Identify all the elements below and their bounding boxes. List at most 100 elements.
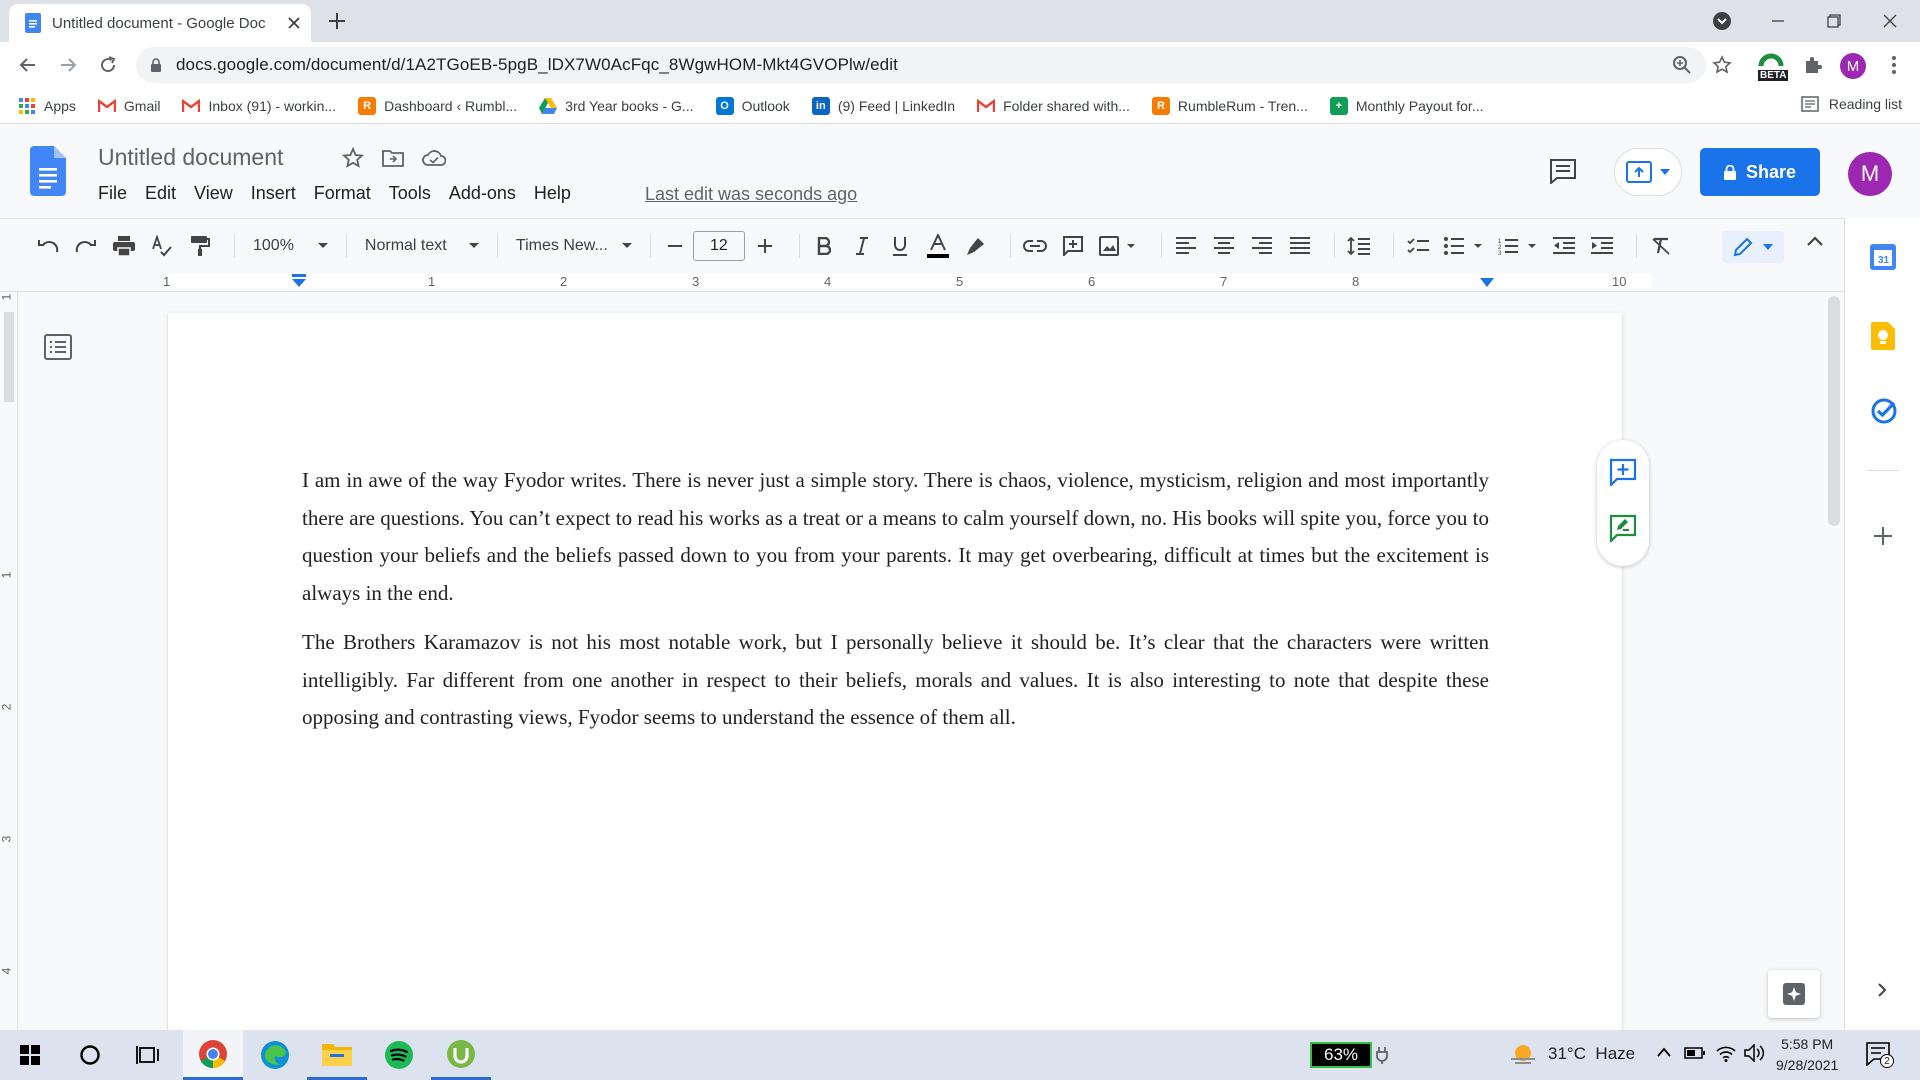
- spellcheck-icon[interactable]: [148, 232, 176, 260]
- bookmark-outlook[interactable]: O Outlook: [715, 96, 790, 115]
- bookmark-rumblerum[interactable]: R RumbleRum - Tren...: [1151, 96, 1308, 115]
- align-left-icon[interactable]: [1172, 232, 1200, 260]
- reading-list-button[interactable]: Reading list: [1801, 96, 1902, 112]
- battery-tray-icon[interactable]: [1684, 1046, 1706, 1060]
- move-folder-icon[interactable]: [382, 149, 404, 167]
- document-title[interactable]: Untitled document: [98, 144, 283, 171]
- align-right-icon[interactable]: [1248, 232, 1276, 260]
- menu-addons[interactable]: Add-ons: [449, 183, 516, 204]
- bookmark-star-icon[interactable]: [1708, 51, 1736, 79]
- menu-view[interactable]: View: [194, 183, 233, 204]
- file-explorer-taskbar-icon[interactable]: [307, 1030, 367, 1080]
- bulleted-list-icon[interactable]: [1442, 232, 1486, 260]
- share-button[interactable]: Share: [1700, 148, 1820, 196]
- cloud-saved-icon[interactable]: [422, 149, 446, 167]
- increase-indent-icon[interactable]: [1588, 232, 1616, 260]
- edge-taskbar-icon[interactable]: [245, 1030, 305, 1080]
- browser-profile-avatar[interactable]: M: [1840, 53, 1866, 79]
- bold-icon[interactable]: [810, 232, 838, 260]
- menu-edit[interactable]: Edit: [145, 183, 176, 204]
- explore-button[interactable]: [1768, 970, 1820, 1018]
- menu-format[interactable]: Format: [314, 183, 371, 204]
- utorrent-taskbar-icon[interactable]: [431, 1030, 491, 1080]
- hidden-icons-chevron-icon[interactable]: [1656, 1046, 1672, 1058]
- weather-widget[interactable]: 31°C Haze: [1510, 1043, 1635, 1065]
- wifi-icon[interactable]: [1716, 1044, 1736, 1062]
- suggest-edits-icon[interactable]: [1609, 514, 1637, 542]
- show-side-panel-chevron-icon[interactable]: [1877, 982, 1887, 998]
- checklist-icon[interactable]: [1404, 232, 1432, 260]
- comment-history-icon[interactable]: [1549, 158, 1577, 184]
- menu-insert[interactable]: Insert: [251, 183, 296, 204]
- zoom-dropdown[interactable]: 100%: [245, 231, 336, 261]
- minimize-window-icon[interactable]: [1760, 6, 1796, 36]
- document-outline-icon[interactable]: [44, 334, 72, 360]
- menu-file[interactable]: File: [98, 183, 127, 204]
- font-family-dropdown[interactable]: Times New...: [508, 231, 640, 261]
- print-icon[interactable]: [110, 232, 138, 260]
- cortana-search-icon[interactable]: [60, 1030, 120, 1080]
- decrease-font-size-icon[interactable]: [661, 232, 689, 260]
- zoom-magnifier-icon[interactable]: [1668, 51, 1696, 79]
- get-addons-plus-icon[interactable]: [1873, 526, 1893, 546]
- chrome-taskbar-icon[interactable]: [183, 1030, 243, 1080]
- redo-icon[interactable]: [72, 232, 100, 260]
- battery-meter[interactable]: 63%: [1310, 1042, 1372, 1068]
- bookmark-rumble-dashboard[interactable]: R Dashboard ‹ Rumbl...: [358, 96, 517, 115]
- calendar-icon[interactable]: 31: [1870, 244, 1896, 270]
- spotify-taskbar-icon[interactable]: [369, 1030, 429, 1080]
- font-size-input[interactable]: 12: [692, 230, 745, 261]
- paragraph-style-dropdown[interactable]: Normal text: [357, 231, 487, 261]
- bookmark-monthly-payout[interactable]: + Monthly Payout for...: [1329, 96, 1483, 115]
- underline-icon[interactable]: [886, 232, 914, 260]
- line-spacing-icon[interactable]: [1345, 232, 1373, 260]
- bookmark-linkedin[interactable]: in (9) Feed | LinkedIn: [811, 96, 955, 115]
- numbered-list-icon[interactable]: 123: [1496, 232, 1540, 260]
- close-window-icon[interactable]: [1872, 6, 1908, 36]
- undo-icon[interactable]: [34, 232, 62, 260]
- justify-icon[interactable]: [1286, 232, 1314, 260]
- taskbar-clock[interactable]: 5:58 PM 9/28/2021: [1776, 1034, 1838, 1076]
- menu-tools[interactable]: Tools: [389, 183, 431, 204]
- highlight-color-icon[interactable]: [962, 232, 990, 260]
- address-bar[interactable]: docs.google.com/document/d/1A2TGoEB-5pgB…: [136, 47, 1706, 83]
- extensions-puzzle-icon[interactable]: [1799, 51, 1827, 79]
- paragraph[interactable]: I am in awe of the way Fyodor writes. Th…: [302, 462, 1489, 612]
- restore-window-icon[interactable]: [1816, 6, 1852, 36]
- close-tab-icon[interactable]: [287, 16, 301, 30]
- collapse-menus-icon[interactable]: [1806, 235, 1824, 247]
- windows-start-icon[interactable]: [0, 1030, 60, 1080]
- browser-menu-kebab-icon[interactable]: [1880, 51, 1908, 79]
- editing-mode-button[interactable]: [1722, 231, 1784, 263]
- text-color-icon[interactable]: [924, 232, 952, 260]
- vertical-ruler[interactable]: 1 1 2 3 4: [0, 292, 18, 1030]
- align-center-icon[interactable]: [1210, 232, 1238, 260]
- italic-icon[interactable]: [848, 232, 876, 260]
- insert-image-icon[interactable]: [1097, 232, 1141, 260]
- present-button[interactable]: [1614, 148, 1682, 196]
- paragraph[interactable]: The Brothers Karamazov is not his most n…: [302, 624, 1489, 737]
- tasks-icon[interactable]: [1871, 398, 1897, 424]
- docs-logo-icon[interactable]: [30, 146, 66, 196]
- forward-arrow-icon[interactable]: [54, 51, 82, 79]
- tab-search-icon[interactable]: [1704, 6, 1740, 36]
- star-document-icon[interactable]: [342, 147, 364, 169]
- notifications-icon[interactable]: 2: [1866, 1042, 1894, 1068]
- bookmark-folder-shared[interactable]: Folder shared with...: [977, 97, 1130, 115]
- last-edit-link[interactable]: Last edit was seconds ago: [645, 184, 857, 205]
- insert-link-icon[interactable]: [1021, 232, 1049, 260]
- browser-tab[interactable]: Untitled document - Google Doc: [9, 4, 311, 42]
- menu-help[interactable]: Help: [534, 183, 571, 204]
- volume-icon[interactable]: [1744, 1044, 1766, 1062]
- clear-formatting-icon[interactable]: [1647, 232, 1675, 260]
- new-tab-button[interactable]: [325, 9, 349, 33]
- bookmark-gmail[interactable]: Gmail: [97, 97, 160, 115]
- beta-extension-icon[interactable]: BETA: [1756, 50, 1790, 84]
- document-body[interactable]: I am in awe of the way Fyodor writes. Th…: [302, 462, 1489, 749]
- add-comment-icon[interactable]: [1059, 232, 1087, 260]
- paint-format-icon[interactable]: [186, 232, 214, 260]
- account-avatar[interactable]: M: [1848, 152, 1892, 196]
- bookmark-drive-books[interactable]: 3rd Year books - G...: [539, 97, 694, 115]
- bookmark-inbox[interactable]: Inbox (91) - workin...: [182, 97, 336, 115]
- right-indent-marker-icon[interactable]: [1480, 276, 1494, 288]
